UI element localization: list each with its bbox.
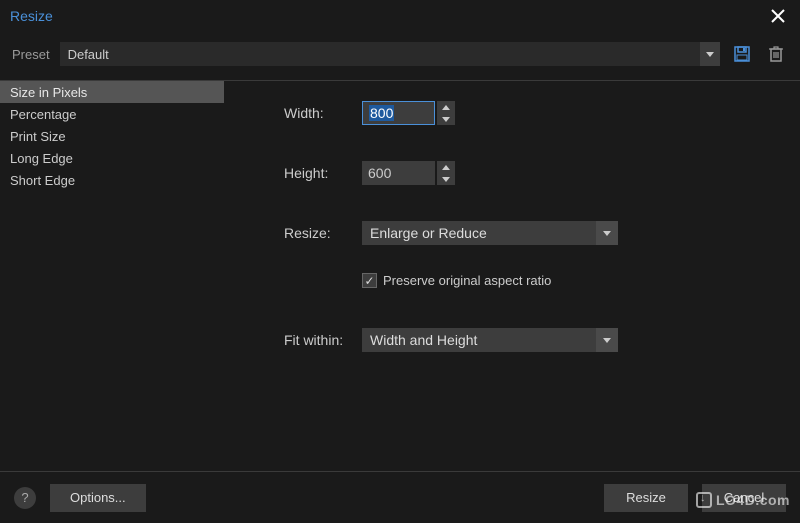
resize-label: Resize: — [284, 225, 362, 241]
chevron-down-icon — [700, 42, 720, 66]
cancel-button[interactable]: Cancel — [702, 484, 786, 512]
check-icon: ✓ — [364, 275, 374, 287]
sidebar-item-label: Size in Pixels — [10, 85, 87, 100]
preset-row: Preset Default — [0, 32, 800, 81]
sidebar-item-label: Long Edge — [10, 151, 73, 166]
width-step-down[interactable] — [437, 113, 455, 125]
resize-value: Enlarge or Reduce — [370, 225, 487, 241]
height-input[interactable]: 600 — [362, 161, 435, 185]
preset-label: Preset — [12, 47, 50, 62]
chevron-down-icon — [596, 221, 618, 245]
height-step-up[interactable] — [437, 161, 455, 173]
delete-preset-button[interactable] — [764, 42, 788, 66]
sidebar: Size in Pixels Percentage Print Size Lon… — [0, 81, 224, 471]
save-preset-button[interactable] — [730, 42, 754, 66]
aspect-label: Preserve original aspect ratio — [383, 273, 551, 288]
height-value: 600 — [368, 165, 391, 181]
window-title: Resize — [10, 8, 53, 24]
fitwithin-row: Fit within: Width and Height — [284, 328, 770, 352]
resize-select[interactable]: Enlarge or Reduce — [362, 221, 618, 245]
options-button[interactable]: Options... — [50, 484, 146, 512]
resize-row: Resize: Enlarge or Reduce — [284, 221, 770, 245]
width-label: Width: — [284, 105, 362, 121]
width-input[interactable]: 800 — [362, 101, 435, 125]
sidebar-item-label: Print Size — [10, 129, 66, 144]
trash-icon — [768, 45, 784, 63]
form-area: Width: 800 Height: 600 Resize: Enlarge o… — [224, 81, 800, 471]
aspect-row: ✓ Preserve original aspect ratio — [362, 273, 770, 288]
help-icon: ? — [21, 490, 28, 505]
sidebar-item-percentage[interactable]: Percentage — [0, 103, 224, 125]
height-label: Height: — [284, 165, 362, 181]
sidebar-item-label: Short Edge — [10, 173, 75, 188]
height-row: Height: 600 — [284, 161, 770, 185]
height-spinner — [437, 161, 455, 185]
fitwithin-label: Fit within: — [284, 332, 362, 348]
width-step-up[interactable] — [437, 101, 455, 113]
height-step-down[interactable] — [437, 173, 455, 185]
fitwithin-select[interactable]: Width and Height — [362, 328, 618, 352]
preset-select[interactable]: Default — [60, 42, 720, 66]
width-row: Width: 800 — [284, 101, 770, 125]
sidebar-item-long-edge[interactable]: Long Edge — [0, 147, 224, 169]
help-button[interactable]: ? — [14, 487, 36, 509]
chevron-down-icon — [442, 117, 450, 122]
chevron-up-icon — [442, 105, 450, 110]
chevron-up-icon — [442, 165, 450, 170]
width-spinner — [437, 101, 455, 125]
sidebar-item-print-size[interactable]: Print Size — [0, 125, 224, 147]
preset-value: Default — [68, 47, 109, 62]
footer: ? Options... Resize Cancel — [0, 471, 800, 523]
aspect-checkbox[interactable]: ✓ — [362, 273, 377, 288]
chevron-down-icon — [596, 328, 618, 352]
sidebar-item-short-edge[interactable]: Short Edge — [0, 169, 224, 191]
sidebar-item-label: Percentage — [10, 107, 77, 122]
fitwithin-value: Width and Height — [370, 332, 477, 348]
close-button[interactable] — [766, 4, 790, 28]
resize-button[interactable]: Resize — [604, 484, 688, 512]
close-icon — [771, 9, 785, 23]
chevron-down-icon — [442, 177, 450, 182]
body-area: Size in Pixels Percentage Print Size Lon… — [0, 81, 800, 471]
width-value: 800 — [369, 105, 394, 121]
sidebar-item-size-in-pixels[interactable]: Size in Pixels — [0, 81, 224, 103]
titlebar: Resize — [0, 0, 800, 32]
save-icon — [733, 45, 751, 63]
